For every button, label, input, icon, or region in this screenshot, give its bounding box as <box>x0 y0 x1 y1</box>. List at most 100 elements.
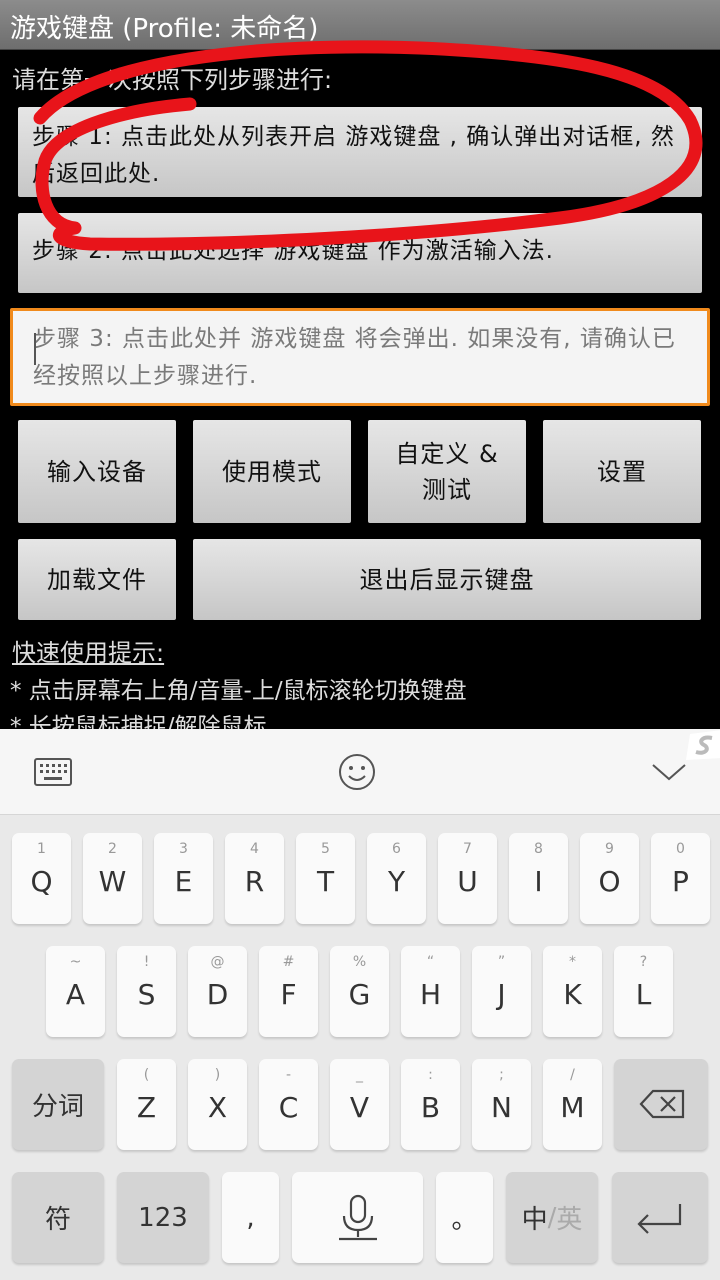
key-l[interactable]: ? L <box>614 946 673 1037</box>
key-label: M <box>560 1091 585 1124</box>
key-hint: ; <box>499 1067 504 1083</box>
key-f[interactable]: # F <box>259 946 318 1037</box>
lang-en: 英 <box>556 1205 583 1235</box>
key-hint: 5 <box>321 841 330 857</box>
key-hint: : <box>428 1067 433 1083</box>
settings-label: 设置 <box>597 457 647 486</box>
comma-key-label: , <box>246 1202 255 1233</box>
segment-key[interactable]: 分词 <box>12 1059 104 1150</box>
customize-test-button[interactable]: 自定义 & 测试 <box>368 420 526 523</box>
key-g[interactable]: % G <box>330 946 389 1037</box>
key-hint: ( <box>143 1067 150 1083</box>
step1-button[interactable]: 步骤 1: 点击此处从列表开启 游戏键盘 , 确认弹出对话框, 然后返回此处. <box>18 107 702 197</box>
language-switch-key[interactable]: 中 / 英 <box>506 1172 598 1263</box>
enter-key[interactable] <box>612 1172 708 1263</box>
key-label: E <box>174 865 193 898</box>
key-e[interactable]: 3E <box>154 833 213 924</box>
space-voice-key[interactable] <box>292 1172 423 1263</box>
key-label: O <box>598 865 621 898</box>
symbol-key-label: 符 <box>44 1205 71 1235</box>
symbol-key[interactable]: 符 <box>12 1172 104 1263</box>
key-label: X <box>207 1091 228 1124</box>
key-o[interactable]: 9O <box>580 833 639 924</box>
key-hint: ! <box>143 954 150 970</box>
step3-text: 步骤 3: 点击此处并 游戏键盘 将会弹出. 如果没有, 请确认已经按照以上步骤… <box>33 326 676 389</box>
key-hint: “ <box>426 954 435 970</box>
number-key[interactable]: 123 <box>117 1172 209 1263</box>
key-hint: - <box>285 1067 292 1083</box>
key-label: L <box>635 978 652 1011</box>
soft-keyboard: 1 Q 2 W 3 E 4 R 5 T 6 Y 7 U 8 I 9 O 0 P ~ A! S @ D # F% G “H” J * K? L(Z… <box>0 729 720 1280</box>
key-i[interactable]: 8I <box>509 833 568 924</box>
key-hint: / <box>570 1067 575 1083</box>
app-title: 游戏键盘 (Profile: 未命名) <box>10 14 319 44</box>
key-label: W <box>98 865 127 898</box>
key-x[interactable]: ) X <box>188 1059 247 1150</box>
backspace-key[interactable] <box>614 1059 708 1150</box>
key-label: V <box>349 1091 370 1124</box>
key-h[interactable]: “H <box>401 946 460 1037</box>
settings-button[interactable]: 设置 <box>543 420 701 523</box>
text-caret <box>34 333 36 365</box>
key-label: P <box>672 865 689 898</box>
key-hint: _ <box>356 1067 363 1083</box>
key-label: C <box>278 1091 299 1124</box>
show-keyboard-on-exit-label: 退出后显示键盘 <box>359 565 535 594</box>
key-hint: 8 <box>534 841 543 857</box>
key-m[interactable]: / M <box>543 1059 602 1150</box>
period-key[interactable]: 。 <box>436 1172 493 1263</box>
keyboard-icon[interactable] <box>30 749 76 795</box>
key-hint: 2 <box>108 841 117 857</box>
key-hint: ” <box>497 954 506 970</box>
use-mode-label: 使用模式 <box>222 457 322 486</box>
key-hint: 1 <box>37 841 46 857</box>
input-device-button[interactable]: 输入设备 <box>18 420 176 523</box>
key-label: D <box>206 978 229 1011</box>
key-v[interactable]: _ V <box>330 1059 389 1150</box>
key-label: H <box>419 978 442 1011</box>
key-hint: ~ <box>69 954 82 970</box>
key-label: A <box>65 978 86 1011</box>
key-d[interactable]: @ D <box>188 946 247 1037</box>
input-method-logo-icon <box>686 730 720 760</box>
key-label: B <box>420 1091 441 1124</box>
key-hint: @ <box>210 954 225 970</box>
key-label: S <box>137 978 156 1011</box>
key-hint: % <box>352 954 367 970</box>
number-key-label: 123 <box>138 1202 188 1233</box>
key-b[interactable]: :B <box>401 1059 460 1150</box>
step3-input[interactable]: 步骤 3: 点击此处并 游戏键盘 将会弹出. 如果没有, 请确认已经按照以上步骤… <box>10 308 710 406</box>
key-r[interactable]: 4R <box>225 833 284 924</box>
key-j[interactable]: ” J <box>472 946 531 1037</box>
key-q[interactable]: 1Q <box>12 833 71 924</box>
show-keyboard-on-exit-button[interactable]: 退出后显示键盘 <box>193 539 701 620</box>
customize-test-label-line1: 自定义 & <box>395 439 499 468</box>
key-hint: 9 <box>605 841 614 857</box>
key-s[interactable]: ! S <box>117 946 176 1037</box>
key-t[interactable]: 5T <box>296 833 355 924</box>
emoji-icon[interactable] <box>334 749 380 795</box>
key-k[interactable]: * K <box>543 946 602 1037</box>
lang-cn: 中 <box>521 1205 548 1235</box>
key-hint: # <box>282 954 295 970</box>
language-switch-label: 中 / 英 <box>506 1172 598 1263</box>
tip-item: * 点击屏幕右上角/音量-上/鼠标滚轮切换键盘 <box>10 678 467 704</box>
step2-button[interactable]: 步骤 2: 点击此处选择 游戏键盘 作为激活输入法. <box>18 213 702 293</box>
key-c[interactable]: -C <box>259 1059 318 1150</box>
key-label: J <box>497 978 506 1011</box>
key-y[interactable]: 6Y <box>367 833 426 924</box>
key-n[interactable]: ; N <box>472 1059 531 1150</box>
key-w[interactable]: 2W <box>83 833 142 924</box>
use-mode-button[interactable]: 使用模式 <box>193 420 351 523</box>
comma-key[interactable]: , <box>222 1172 279 1263</box>
key-z[interactable]: (Z <box>117 1059 176 1150</box>
key-u[interactable]: 7U <box>438 833 497 924</box>
quick-tips-heading: 快速使用提示: <box>12 639 165 667</box>
key-p[interactable]: 0P <box>651 833 710 924</box>
key-a[interactable]: ~ A <box>46 946 105 1037</box>
period-key-label: 。 <box>451 1205 478 1235</box>
load-file-button[interactable]: 加载文件 <box>18 539 176 620</box>
title-bar: 游戏键盘 (Profile: 未命名) <box>0 0 720 50</box>
key-label: Z <box>136 1091 157 1124</box>
key-hint: 6 <box>392 841 401 857</box>
